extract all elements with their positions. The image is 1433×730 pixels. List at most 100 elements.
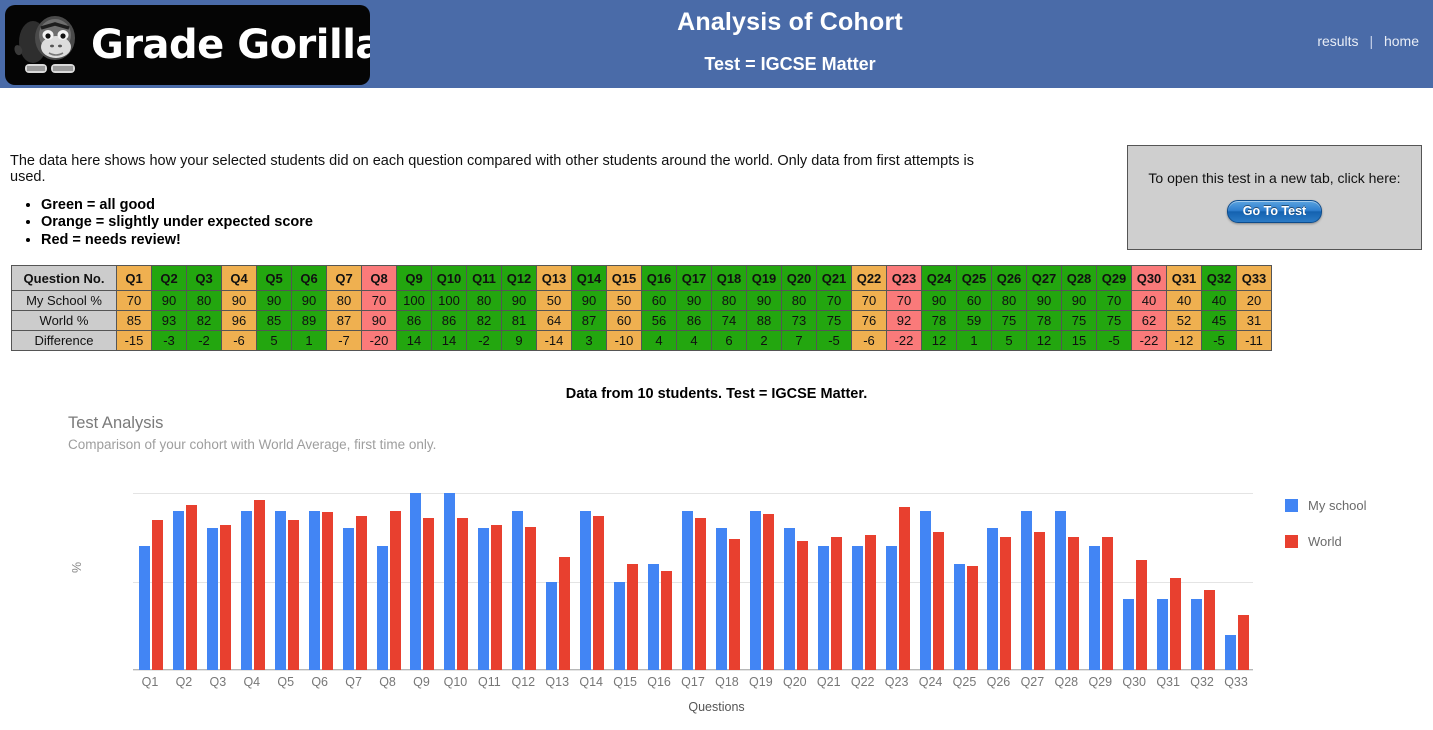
chart-bar-my-school[interactable]: [783, 528, 795, 670]
chart-bar-group[interactable]: [1019, 493, 1047, 670]
nav-link-results[interactable]: results: [1317, 33, 1358, 49]
chart-bar-my-school[interactable]: [1191, 599, 1203, 670]
go-to-test-button[interactable]: Go To Test: [1226, 200, 1323, 223]
chart-bar-world[interactable]: [1034, 531, 1046, 670]
chart-bar-group[interactable]: [612, 493, 640, 670]
nav-link-home[interactable]: home: [1384, 33, 1419, 49]
chart-bar-group[interactable]: [680, 493, 708, 670]
brand-logo[interactable]: Grade Gorilla: [5, 5, 370, 85]
chart-bar-my-school[interactable]: [648, 563, 660, 670]
chart-bar-world[interactable]: [457, 517, 469, 670]
chart-bar-group[interactable]: [1121, 493, 1149, 670]
chart-bar-my-school[interactable]: [274, 510, 286, 670]
chart-bar-my-school[interactable]: [749, 510, 761, 670]
chart-bar-group[interactable]: [307, 493, 335, 670]
chart-bar-group[interactable]: [1155, 493, 1183, 670]
chart-bar-my-school[interactable]: [919, 510, 931, 670]
chart-bar-world[interactable]: [728, 539, 740, 670]
chart-bar-group[interactable]: [544, 493, 572, 670]
chart-bar-group[interactable]: [985, 493, 1013, 670]
chart-bar-world[interactable]: [1238, 615, 1250, 670]
chart-bar-world[interactable]: [830, 537, 842, 670]
chart-bar-my-school[interactable]: [240, 510, 252, 670]
chart-bar-my-school[interactable]: [1123, 599, 1135, 670]
chart-bar-my-school[interactable]: [172, 510, 184, 670]
chart-bar-world[interactable]: [185, 505, 197, 670]
chart-bar-my-school[interactable]: [206, 528, 218, 670]
chart-bar-group[interactable]: [1189, 493, 1217, 670]
chart-bar-world[interactable]: [864, 535, 876, 670]
chart-bar-my-school[interactable]: [614, 581, 626, 670]
chart-bar-group[interactable]: [442, 493, 470, 670]
chart-bar-group[interactable]: [1223, 493, 1251, 670]
chart-bar-my-school[interactable]: [682, 510, 693, 670]
chart-bar-my-school[interactable]: [512, 510, 524, 670]
chart-bar-my-school[interactable]: [1157, 599, 1169, 670]
chart-bar-group[interactable]: [375, 493, 403, 670]
chart-bar-group[interactable]: [205, 493, 233, 670]
chart-bar-group[interactable]: [171, 493, 199, 670]
chart-bar-world[interactable]: [1102, 537, 1114, 670]
chart-bar-group[interactable]: [578, 493, 606, 670]
chart-bar-world[interactable]: [627, 563, 639, 670]
chart-bar-group[interactable]: [510, 493, 538, 670]
chart-bar-world[interactable]: [1204, 590, 1216, 670]
chart-bar-world[interactable]: [762, 514, 774, 670]
chart-bar-my-school[interactable]: [308, 510, 320, 670]
legend-item-my-school[interactable]: My school: [1285, 498, 1367, 513]
chart-bar-group[interactable]: [850, 493, 878, 670]
chart-bar-group[interactable]: [918, 493, 946, 670]
chart-bar-my-school[interactable]: [580, 510, 592, 670]
chart-bar-group[interactable]: [646, 493, 674, 670]
chart-bar-world[interactable]: [253, 500, 265, 670]
chart-bar-my-school[interactable]: [138, 546, 150, 670]
chart-bar-my-school[interactable]: [715, 528, 727, 670]
chart-bar-world[interactable]: [151, 519, 163, 670]
chart-bar-group[interactable]: [341, 493, 369, 670]
chart-bar-my-school[interactable]: [1021, 510, 1033, 670]
chart-bar-group[interactable]: [816, 493, 844, 670]
chart-bar-world[interactable]: [966, 565, 978, 670]
chart-bar-world[interactable]: [796, 540, 808, 670]
chart-bar-my-school[interactable]: [851, 546, 863, 670]
chart-bar-world[interactable]: [661, 570, 673, 670]
chart-bar-world[interactable]: [219, 524, 231, 670]
chart-bar-my-school[interactable]: [817, 546, 829, 670]
chart-bar-group[interactable]: [714, 493, 742, 670]
chart-bar-my-school[interactable]: [987, 528, 999, 670]
chart-bar-world[interactable]: [389, 510, 401, 670]
chart-bar-group[interactable]: [476, 493, 504, 670]
chart-bar-world[interactable]: [1170, 577, 1182, 670]
chart-bar-group[interactable]: [408, 493, 436, 670]
chart-bar-group[interactable]: [1087, 493, 1115, 670]
chart-bar-world[interactable]: [1136, 560, 1148, 670]
chart-bar-my-school[interactable]: [342, 528, 354, 670]
chart-bar-world[interactable]: [695, 517, 706, 670]
chart-bar-my-school[interactable]: [1225, 634, 1237, 670]
chart-bar-world[interactable]: [525, 526, 537, 670]
chart-bar-world[interactable]: [559, 556, 571, 670]
chart-bar-world[interactable]: [898, 507, 910, 670]
chart-bar-my-school[interactable]: [953, 563, 965, 670]
chart-bar-group[interactable]: [239, 493, 267, 670]
chart-bar-my-school[interactable]: [376, 546, 388, 670]
chart-bar-world[interactable]: [423, 517, 435, 670]
chart-bar-my-school[interactable]: [885, 546, 897, 670]
chart-bar-group[interactable]: [137, 493, 165, 670]
chart-bar-world[interactable]: [491, 524, 503, 670]
chart-bar-group[interactable]: [748, 493, 776, 670]
chart-bar-world[interactable]: [287, 519, 299, 670]
chart-bar-world[interactable]: [932, 531, 944, 670]
chart-bar-world[interactable]: [593, 516, 605, 670]
chart-bar-my-school[interactable]: [546, 581, 558, 670]
chart-bar-my-school[interactable]: [1055, 510, 1067, 670]
chart-bar-my-school[interactable]: [410, 493, 422, 670]
chart-bar-my-school[interactable]: [478, 528, 490, 670]
chart-bar-group[interactable]: [1053, 493, 1081, 670]
chart-bar-world[interactable]: [355, 516, 367, 670]
legend-item-world[interactable]: World: [1285, 534, 1367, 549]
chart-bar-world[interactable]: [321, 512, 333, 670]
chart-bar-group[interactable]: [884, 493, 912, 670]
chart-bar-world[interactable]: [1068, 537, 1080, 670]
chart-bar-group[interactable]: [273, 493, 301, 670]
